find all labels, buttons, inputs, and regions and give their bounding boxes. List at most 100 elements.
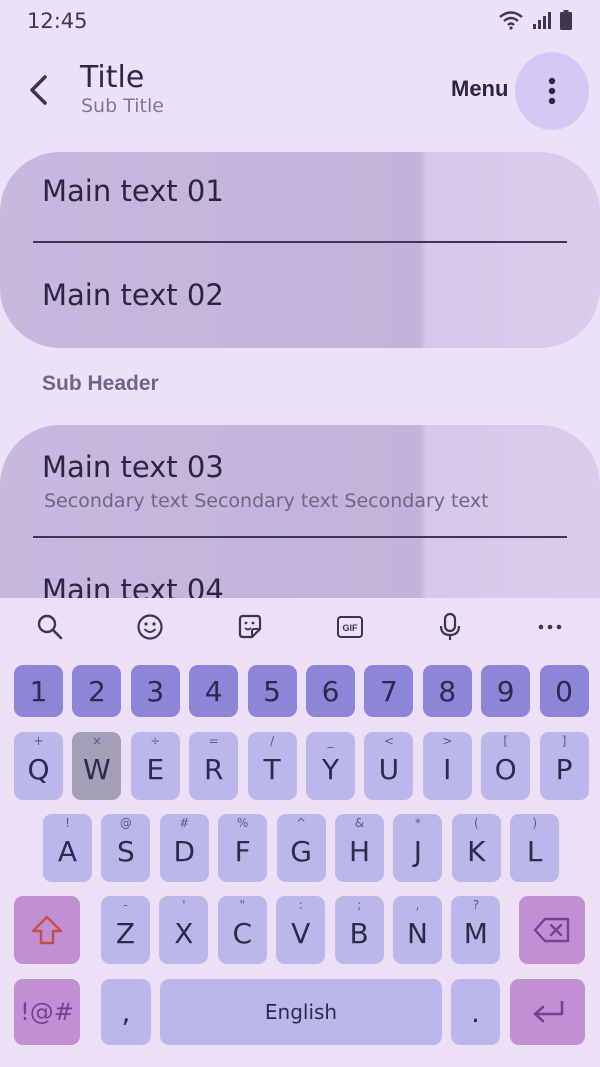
key-hint: ": [239, 898, 246, 912]
key-l[interactable]: ) L: [510, 814, 560, 882]
list-item-3-secondary: Secondary text Secondary text Secondary …: [44, 490, 489, 512]
more-horizontal-icon[interactable]: [533, 610, 567, 644]
key-label: 0: [555, 674, 573, 708]
key-r[interactable]: = R: [189, 732, 239, 800]
key-label: M: [463, 916, 488, 950]
key-label: D: [173, 834, 196, 868]
shift-icon: [31, 915, 63, 945]
key-z[interactable]: -Z: [101, 896, 150, 964]
mic-icon[interactable]: [433, 610, 467, 644]
key-hint: +: [33, 734, 44, 748]
key-o[interactable]: [O: [481, 732, 531, 800]
symbols-key[interactable]: !@#: [14, 979, 80, 1045]
key-hint: &: [354, 816, 365, 830]
key-m[interactable]: ? M: [451, 896, 501, 964]
key-d[interactable]: # D: [159, 814, 209, 882]
key-label: W: [83, 752, 111, 786]
key-label: 3: [146, 674, 165, 708]
key-label: Z: [115, 916, 136, 950]
key-hint: [: [503, 734, 509, 748]
key-label: N: [407, 916, 428, 950]
space-key[interactable]: English: [160, 979, 442, 1045]
key-w[interactable]: × W: [72, 732, 122, 800]
status-bar: 12:45: [0, 0, 600, 42]
key-e[interactable]: ÷ E: [130, 732, 180, 800]
menu-button[interactable]: Menu: [451, 76, 508, 102]
gif-label: GIF: [343, 623, 359, 633]
key-5[interactable]: 5: [247, 665, 297, 717]
key-hint: ;: [357, 898, 362, 912]
key-j[interactable]: * J: [393, 814, 443, 882]
key-hint: *: [414, 816, 421, 830]
key-label: Y: [321, 752, 340, 786]
key-6[interactable]: 6: [306, 665, 355, 717]
key-hint: !: [65, 816, 70, 830]
key-8[interactable]: 8: [422, 665, 472, 717]
key-label: X: [174, 916, 194, 950]
key-label: K: [467, 834, 486, 868]
key-label: P: [555, 752, 573, 786]
key-3[interactable]: 3: [130, 665, 180, 717]
sticker-icon[interactable]: [233, 610, 267, 644]
key-x[interactable]: ' X: [159, 896, 209, 964]
key-9[interactable]: 9: [481, 665, 531, 717]
key-n[interactable]: ,N: [393, 896, 442, 964]
enter-key[interactable]: [510, 979, 585, 1045]
search-icon[interactable]: [33, 610, 67, 644]
list-item-1[interactable]: Main text 01: [42, 174, 224, 208]
key-label: Q: [27, 752, 50, 786]
key-p[interactable]: ] P: [539, 732, 589, 800]
key-label: 7: [379, 674, 398, 708]
key-label: 6: [321, 674, 340, 708]
key-7[interactable]: 7: [364, 665, 414, 717]
list-item-3[interactable]: Main text 03: [42, 450, 224, 484]
key-0[interactable]: 0: [539, 665, 589, 717]
key-b[interactable]: ; B: [334, 896, 384, 964]
key-g[interactable]: ^ G: [276, 814, 326, 882]
more-options-button[interactable]: [515, 52, 589, 130]
key-4[interactable]: 4: [189, 665, 239, 717]
key-k[interactable]: (K: [451, 814, 501, 882]
key-s[interactable]: @ S: [101, 814, 151, 882]
key-c[interactable]: " C: [217, 896, 267, 964]
enter-icon: [533, 1001, 563, 1023]
key-label: C: [232, 916, 253, 950]
gif-icon[interactable]: GIF: [333, 610, 367, 644]
key-label: T: [263, 752, 281, 786]
key-hint: %: [236, 816, 249, 830]
key-label: English: [264, 1000, 338, 1024]
key-hint: ]: [561, 734, 567, 748]
key-v[interactable]: :V: [276, 896, 326, 964]
shift-key[interactable]: [14, 896, 80, 964]
key-q[interactable]: + Q: [14, 732, 63, 800]
key-i[interactable]: > I: [422, 732, 472, 800]
back-button[interactable]: [18, 68, 58, 112]
key-label: R: [203, 752, 224, 786]
divider: [33, 241, 567, 243]
key-y[interactable]: _ Y: [306, 732, 355, 800]
key-1[interactable]: 1: [14, 665, 63, 717]
key-t[interactable]: / T: [247, 732, 297, 800]
backspace-icon: [533, 917, 570, 943]
key-hint: @: [119, 816, 132, 830]
key-hint: -: [123, 898, 128, 912]
key-u[interactable]: < U: [364, 732, 414, 800]
comma-key[interactable]: ,: [101, 979, 151, 1045]
key-label: A: [57, 834, 78, 868]
key-label: G: [290, 834, 312, 868]
page-subtitle: Sub Title: [81, 95, 164, 117]
key-f[interactable]: % F: [218, 814, 268, 882]
back-arrow-icon: [30, 75, 47, 105]
emoji-icon[interactable]: [133, 610, 167, 644]
key-label: 4: [204, 674, 223, 708]
key-hint: _: [327, 734, 334, 748]
backspace-key[interactable]: [519, 896, 585, 964]
wifi-icon: [499, 11, 523, 30]
key-h[interactable]: & H: [335, 814, 384, 882]
key-hint: (: [473, 816, 479, 830]
key-a[interactable]: ! A: [43, 814, 92, 882]
list-item-2[interactable]: Main text 02: [42, 278, 224, 312]
period-key[interactable]: .: [451, 979, 500, 1045]
key-2[interactable]: 2: [72, 665, 122, 717]
keyboard-toolbar: GIF: [0, 598, 600, 656]
